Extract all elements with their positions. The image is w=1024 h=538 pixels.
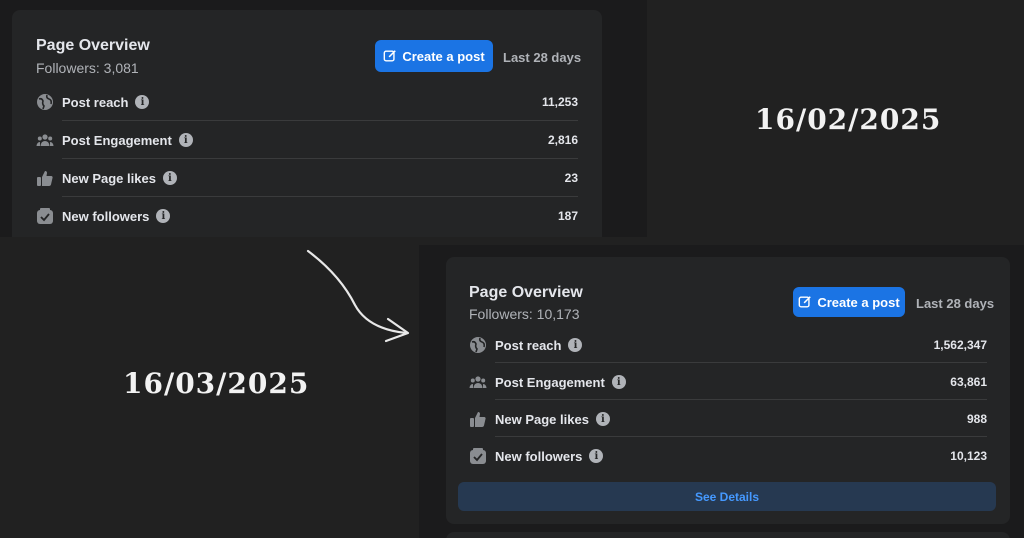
- metric-row-new-page-likes: New Page likes i 988: [469, 401, 987, 437]
- info-icon[interactable]: i: [162, 171, 177, 185]
- thumbs-up-icon: [469, 410, 487, 428]
- metric-value: 63,861: [950, 375, 987, 389]
- metric-label: Post reach: [62, 94, 129, 110]
- metric-row-new-page-likes: New Page likes i 23: [36, 159, 578, 197]
- metric-label: Post Engagement: [495, 374, 605, 390]
- people-icon: [469, 373, 487, 391]
- metric-label: New followers: [495, 448, 583, 464]
- info-icon[interactable]: i: [595, 412, 610, 426]
- screenshot-after: Page Overview Followers: 10,173 Create a…: [419, 245, 1024, 538]
- info-icon[interactable]: i: [178, 133, 193, 147]
- metric-row-new-followers: New followers i 187: [36, 197, 578, 235]
- follow-checkbox-icon: [36, 207, 54, 225]
- metric-label: Post reach: [495, 337, 562, 353]
- metric-value: 11,253: [541, 95, 578, 109]
- metric-label: New Page likes: [495, 411, 589, 427]
- globe-icon: [36, 93, 54, 111]
- create-post-button[interactable]: Create a post: [793, 287, 905, 317]
- metric-value: 23: [564, 171, 578, 185]
- metric-row-post-reach: Post reach i 11,253: [36, 83, 578, 121]
- metric-row-post-reach: Post reach i 1,562,347: [469, 327, 987, 363]
- next-card-edge: [446, 532, 1010, 538]
- info-icon[interactable]: i: [611, 375, 626, 389]
- row-divider: [495, 362, 987, 363]
- follow-checkbox-icon: [469, 447, 487, 465]
- info-icon[interactable]: i: [589, 449, 604, 463]
- page-title: Page Overview: [36, 37, 150, 54]
- see-details-button[interactable]: See Details: [458, 482, 996, 511]
- date-range-selector[interactable]: Last 28 days: [503, 50, 581, 65]
- metric-value: 187: [557, 209, 578, 223]
- page-overview-card: Page Overview Followers: 10,173 Create a…: [446, 257, 1010, 524]
- row-divider: [495, 436, 987, 437]
- followers-count: Followers: 3,081: [36, 60, 139, 76]
- followers-count: Followers: 10,173: [469, 306, 580, 322]
- metric-value: 10,123: [950, 449, 987, 463]
- info-icon[interactable]: i: [135, 95, 150, 109]
- people-icon: [36, 131, 54, 149]
- metric-label: Post Engagement: [62, 132, 172, 148]
- snapshot-date-before: 16/02/2025: [755, 103, 942, 136]
- row-divider: [495, 399, 987, 400]
- page-title: Page Overview: [469, 284, 583, 301]
- metric-label: New followers: [62, 208, 150, 224]
- metric-row-post-engagement: Post Engagement i 2,816: [36, 121, 578, 159]
- edit-icon: [798, 296, 812, 308]
- metric-value: 1,562,347: [933, 338, 987, 352]
- create-post-label: Create a post: [817, 294, 900, 310]
- snapshot-date-after: 16/03/2025: [123, 367, 310, 400]
- metric-value: 988: [966, 412, 987, 426]
- globe-icon: [469, 336, 487, 354]
- page-overview-card: Page Overview Followers: 3,081 Create a …: [12, 10, 602, 237]
- metric-row-new-followers: New followers i 10,123: [469, 438, 987, 474]
- curved-arrow-icon: [306, 249, 410, 343]
- metric-row-post-engagement: Post Engagement i 63,861: [469, 364, 987, 400]
- create-post-button[interactable]: Create a post: [375, 40, 493, 72]
- info-icon[interactable]: i: [568, 338, 583, 352]
- info-icon[interactable]: i: [156, 209, 171, 223]
- metric-label: New Page likes: [62, 170, 156, 186]
- edit-icon: [383, 50, 397, 62]
- thumbs-up-icon: [36, 169, 54, 187]
- create-post-label: Create a post: [402, 48, 485, 64]
- metric-value: 2,816: [547, 133, 578, 147]
- date-range-selector[interactable]: Last 28 days: [916, 296, 994, 311]
- screenshot-before: Page Overview Followers: 3,081 Create a …: [0, 0, 647, 237]
